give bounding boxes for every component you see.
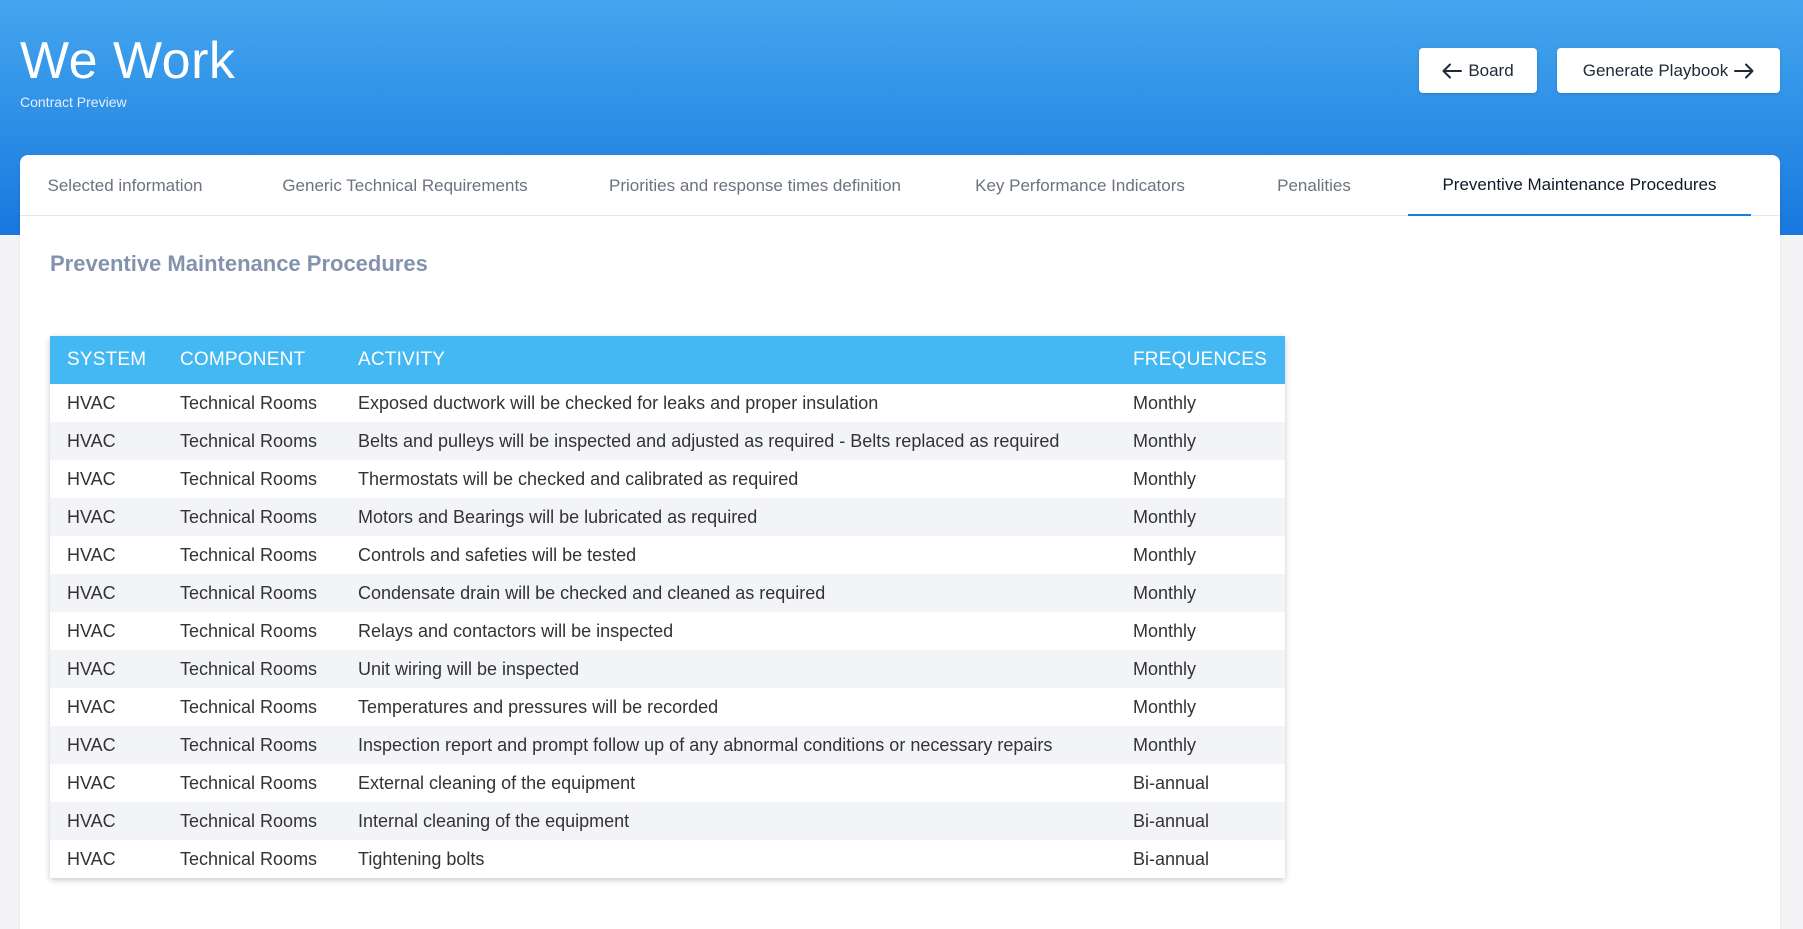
cell-component: Technical Rooms <box>163 802 341 840</box>
tab-selected-information[interactable]: Selected information <box>48 155 203 216</box>
cell-frequency: Monthly <box>1116 422 1285 460</box>
cell-component: Technical Rooms <box>163 422 341 460</box>
procedures-table: SYSTEM COMPONENT ACTIVITY FREQUENCES HVA… <box>50 336 1285 878</box>
section-title: Preventive Maintenance Procedures <box>50 251 428 276</box>
cell-frequency: Monthly <box>1133 468 1197 489</box>
generate-playbook-button-label: Generate Playbook <box>1582 60 1729 80</box>
cell-frequency: Monthly <box>1133 392 1197 413</box>
table-row: HVAC Technical Rooms Belts and pulleys w… <box>50 422 1285 460</box>
app-title: We Work <box>20 32 236 90</box>
cell-system: HVAC <box>67 620 116 641</box>
generate-playbook-button[interactable]: Generate Playbook <box>1557 48 1780 93</box>
column-header-frequences[interactable]: FREQUENCES <box>1116 336 1285 384</box>
cell-system: HVAC <box>67 544 116 565</box>
table-row: HVAC Technical Rooms Motors and Bearings… <box>50 498 1285 536</box>
table-row: HVAC Technical Rooms Condensate drain wi… <box>50 574 1285 612</box>
cell-component: Technical Rooms <box>163 498 341 536</box>
cell-activity: Belts and pulleys will be inspected and … <box>341 422 1116 460</box>
table-row: HVAC Technical Rooms Exposed ductwork wi… <box>50 384 1285 422</box>
cell-system: HVAC <box>67 392 116 413</box>
tab-preventive-maintenance-procedures[interactable]: Preventive Maintenance Procedures <box>1408 155 1751 216</box>
board-button[interactable]: Board <box>1419 48 1537 93</box>
tab-priorities-response-times[interactable]: Priorities and response times definition <box>588 155 922 216</box>
cell-component: Technical Rooms <box>163 574 341 612</box>
cell-system: HVAC <box>50 498 163 536</box>
cell-component: Technical Rooms <box>163 726 341 764</box>
cell-system: HVAC <box>67 468 116 489</box>
table-row: HVAC Technical Rooms Thermostats will be… <box>50 460 1285 498</box>
cell-component: Technical Rooms <box>180 544 318 565</box>
cell-component: Technical Rooms <box>180 696 318 717</box>
table-row: HVAC Technical Rooms Internal cleaning o… <box>50 802 1285 840</box>
content-card: Selected information Generic Technical R… <box>20 155 1780 929</box>
cell-system: HVAC <box>50 650 163 688</box>
tab-generic-technical-requirements[interactable]: Generic Technical Requirements <box>274 155 536 216</box>
cell-system: HVAC <box>50 422 163 460</box>
cell-system: HVAC <box>67 772 116 793</box>
cell-frequency: Monthly <box>1133 620 1197 641</box>
cell-system: HVAC <box>50 574 163 612</box>
board-button-label: Board <box>1468 60 1514 80</box>
cell-activity: Unit wiring will be inspected <box>341 650 1116 688</box>
app-subtitle: Contract Preview <box>20 94 127 110</box>
column-header-system[interactable]: SYSTEM <box>50 336 163 384</box>
cell-activity: Motors and Bearings will be lubricated a… <box>341 498 1116 536</box>
cell-system: HVAC <box>67 848 116 869</box>
table-row: HVAC Technical Rooms Controls and safeti… <box>50 536 1285 574</box>
table-row: HVAC Technical Rooms Temperatures and pr… <box>50 688 1285 726</box>
cell-activity: Tightening bolts <box>358 848 485 869</box>
cell-frequency: Monthly <box>1116 726 1285 764</box>
cell-component: Technical Rooms <box>180 772 318 793</box>
cell-component: Technical Rooms <box>180 392 318 413</box>
cell-frequency: Bi-annual <box>1133 772 1210 793</box>
cell-system: HVAC <box>50 802 163 840</box>
cell-activity: Inspection report and prompt follow up o… <box>341 726 1116 764</box>
cell-activity: Temperatures and pressures will be recor… <box>358 696 719 717</box>
cell-activity: Thermostats will be checked and calibrat… <box>358 468 799 489</box>
cell-component: Technical Rooms <box>163 650 341 688</box>
cell-activity: Condensate drain will be checked and cle… <box>341 574 1116 612</box>
column-header-component[interactable]: COMPONENT <box>163 336 341 384</box>
column-header-activity[interactable]: ACTIVITY <box>341 336 1116 384</box>
table-row: HVAC Technical Rooms Relays and contacto… <box>50 612 1285 650</box>
cell-component: Technical Rooms <box>180 468 318 489</box>
cell-activity: Internal cleaning of the equipment <box>341 802 1116 840</box>
cell-system: HVAC <box>50 726 163 764</box>
cell-component: Technical Rooms <box>180 848 318 869</box>
cell-frequency: Monthly <box>1133 696 1197 717</box>
cell-frequency: Monthly <box>1116 650 1285 688</box>
table-header-row: SYSTEM COMPONENT ACTIVITY FREQUENCES <box>50 336 1285 384</box>
tab-penalities[interactable]: Penalities <box>1264 155 1364 216</box>
table-row: HVAC Technical Rooms Inspection report a… <box>50 726 1285 764</box>
arrow-right-icon <box>1734 63 1754 79</box>
table-row: HVAC Technical Rooms Unit wiring will be… <box>50 650 1285 688</box>
cell-system: HVAC <box>67 696 116 717</box>
table-row: HVAC Technical Rooms Tightening bolts Bi… <box>50 840 1285 878</box>
tab-key-performance-indicators[interactable]: Key Performance Indicators <box>959 155 1201 216</box>
cell-frequency: Monthly <box>1116 498 1285 536</box>
tab-bar: Selected information Generic Technical R… <box>20 155 1780 216</box>
table-row: HVAC Technical Rooms External cleaning o… <box>50 764 1285 802</box>
cell-frequency: Bi-annual <box>1133 848 1210 869</box>
cell-activity: Controls and safeties will be tested <box>358 544 637 565</box>
cell-frequency: Monthly <box>1133 544 1197 565</box>
cell-frequency: Bi-annual <box>1116 802 1285 840</box>
cell-activity: External cleaning of the equipment <box>358 772 636 793</box>
cell-activity: Exposed ductwork will be checked for lea… <box>358 392 879 413</box>
cell-component: Technical Rooms <box>180 620 318 641</box>
cell-frequency: Monthly <box>1116 574 1285 612</box>
brand: We Work Contract Preview <box>20 30 235 110</box>
cell-activity: Relays and contactors will be inspected <box>358 620 674 641</box>
arrow-left-icon <box>1442 63 1463 79</box>
